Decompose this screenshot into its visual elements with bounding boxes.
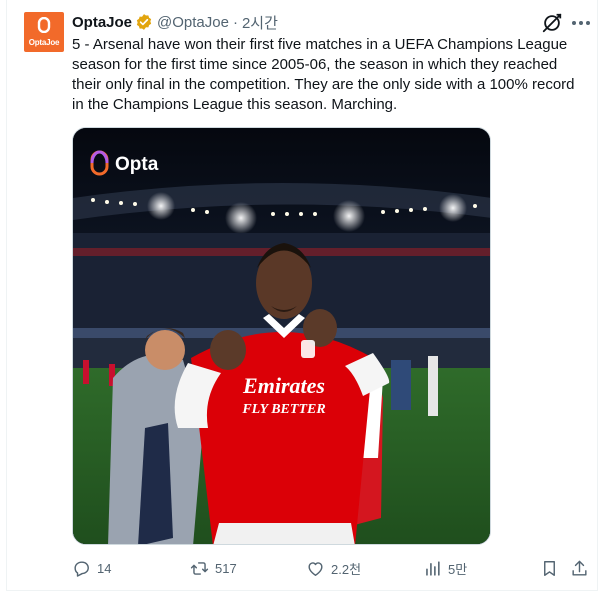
more-icon[interactable]	[571, 20, 591, 26]
reply-icon	[74, 560, 89, 577]
views-icon	[426, 560, 440, 576]
timestamp[interactable]: 2시간	[242, 12, 278, 33]
sponsor-text: Emirates	[242, 373, 325, 398]
repost-count: 517	[215, 560, 237, 576]
bookmark-button[interactable]	[540, 556, 559, 580]
sponsor-subtext: FLY BETTER	[241, 402, 325, 417]
author-name[interactable]: OptaJoe	[72, 14, 132, 31]
separator-dot: ·	[232, 13, 238, 31]
share-button[interactable]	[570, 556, 589, 580]
avatar[interactable]: OptaJoe	[24, 12, 64, 52]
opta-watermark-text: Opta	[115, 154, 159, 175]
tweet-photo[interactable]: Emirates FLY BETTER Opta	[72, 127, 491, 545]
reply-count: 14	[97, 560, 112, 576]
like-button[interactable]: 2.2천	[306, 556, 361, 580]
views-button[interactable]: 5만	[423, 556, 467, 580]
views-count: 5만	[448, 561, 468, 577]
like-icon	[308, 561, 323, 576]
grok-icon[interactable]	[541, 12, 563, 34]
tweet-header: OptaJoe @OptaJoe · 2시간	[72, 12, 278, 32]
opta-logo-icon	[37, 17, 51, 33]
repost-icon	[190, 561, 209, 575]
repost-button[interactable]: 517	[190, 556, 237, 580]
bookmark-icon	[544, 560, 555, 576]
reply-button[interactable]: 14	[72, 556, 111, 580]
verified-badge-icon[interactable]	[135, 13, 153, 31]
like-count: 2.2천	[331, 561, 362, 577]
tweet-text: 5 - Arsenal have won their first five ma…	[72, 36, 575, 113]
author-handle[interactable]: @OptaJoe	[157, 14, 229, 31]
share-icon	[572, 560, 587, 576]
avatar-label: OptaJoe	[28, 38, 60, 47]
action-bar: 14 517 2.2천 5만	[72, 556, 592, 580]
